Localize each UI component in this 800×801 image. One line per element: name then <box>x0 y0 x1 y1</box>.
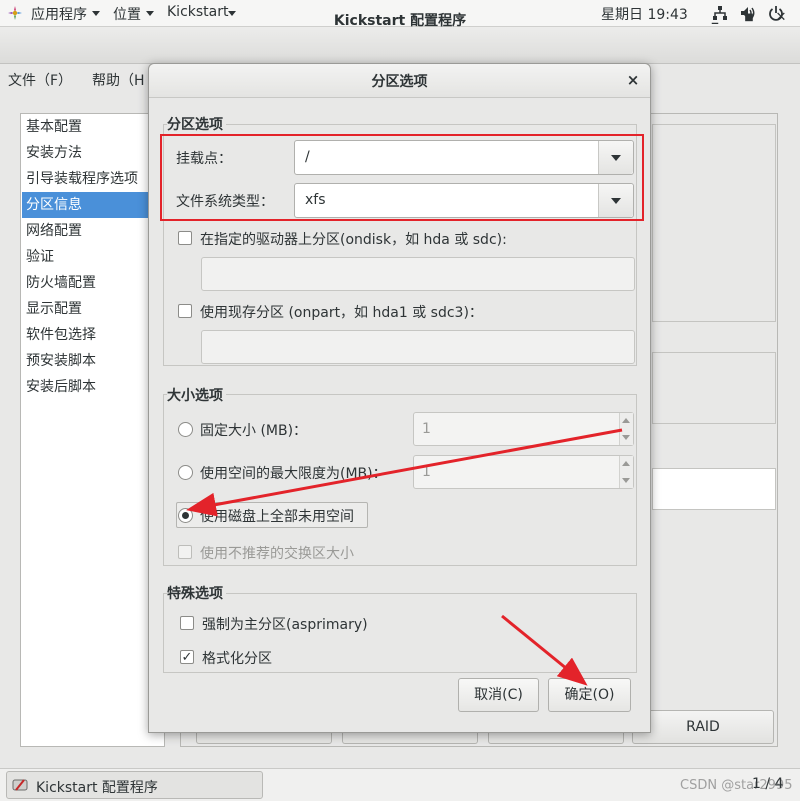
nav-item-packages[interactable]: 软件包选择 <box>22 322 163 348</box>
nav-item-bootloader[interactable]: 引导装载程序选项 <box>22 166 163 192</box>
nav-item-auth[interactable]: 验证 <box>22 244 163 270</box>
dialog-close-icon[interactable]: × <box>624 71 642 89</box>
format-checkbox[interactable]: ✓ <box>180 650 194 665</box>
nav-item-display[interactable]: 显示配置 <box>22 296 163 322</box>
spin-up-icon[interactable] <box>622 461 630 466</box>
fixed-size-value[interactable]: 1 <box>422 421 431 437</box>
nav-item-basic-config[interactable]: 基本配置 <box>22 114 163 140</box>
fill-disk-label[interactable]: 使用磁盘上全部未用空间 <box>200 506 354 526</box>
size-options-heading: 大小选项 <box>167 385 226 405</box>
menu-file[interactable]: 文件（F） <box>8 70 72 90</box>
bg-partition-table <box>652 468 776 510</box>
nav-item-pre-script[interactable]: 预安装脚本 <box>22 348 163 374</box>
nav-item-partition-info[interactable]: 分区信息 <box>22 192 163 218</box>
max-size-radio[interactable] <box>178 465 193 480</box>
category-list: 基本配置 安装方法 引导装载程序选项 分区信息 网络配置 验证 防火墙配置 显示… <box>20 113 165 747</box>
fixed-size-radio[interactable] <box>178 422 193 437</box>
partition-options-heading: 分区选项 <box>167 114 226 134</box>
nav-item-install-method[interactable]: 安装方法 <box>22 140 163 166</box>
maximize-icon[interactable]: ■ <box>740 12 758 30</box>
max-size-label[interactable]: 使用空间的最大限度为(MB)： <box>200 463 387 483</box>
cancel-button[interactable]: 取消(C) <box>458 678 539 712</box>
onpart-input[interactable] <box>201 330 635 364</box>
workspace-pager[interactable]: 1 / 4 <box>752 776 783 792</box>
annotation-highlight-box <box>160 134 644 221</box>
asprimary-label[interactable]: 强制为主分区(asprimary) <box>202 614 368 634</box>
spin-down-icon[interactable] <box>622 478 630 483</box>
format-label[interactable]: 格式化分区 <box>202 648 272 668</box>
fixed-size-spinner[interactable] <box>413 412 634 446</box>
asprimary-checkbox[interactable] <box>180 616 194 630</box>
bg-panel <box>652 352 776 424</box>
recommended-swap-label: 使用不推荐的交换区大小 <box>200 546 354 562</box>
ondisk-checkbox[interactable] <box>178 231 192 245</box>
main-window-titlebar[interactable] <box>0 27 800 64</box>
nav-item-post-script[interactable]: 安装后脚本 <box>22 374 163 400</box>
recommended-swap-checkbox <box>178 545 192 559</box>
ondisk-input[interactable] <box>201 257 635 291</box>
taskbar-window-label: Kickstart 配置程序 <box>36 780 158 796</box>
dialog-title: 分区选项 <box>371 74 428 90</box>
special-options-heading: 特殊选项 <box>167 583 226 603</box>
main-window-title: Kickstart 配置程序 <box>333 13 467 29</box>
spin-up-icon[interactable] <box>622 418 630 423</box>
nav-item-firewall[interactable]: 防火墙配置 <box>22 270 163 296</box>
max-size-value[interactable]: 1 <box>422 464 431 480</box>
bg-panel <box>652 124 776 322</box>
raid-button[interactable]: RAID <box>632 710 774 744</box>
max-size-spinner[interactable] <box>413 455 634 489</box>
minimize-icon[interactable]: _ <box>706 10 724 28</box>
close-icon[interactable]: ✕ <box>772 10 790 28</box>
ondisk-label[interactable]: 在指定的驱动器上分区(ondisk，如 hda 或 sdc): <box>200 229 507 249</box>
kickstart-app-icon <box>12 779 28 791</box>
nav-item-network[interactable]: 网络配置 <box>22 218 163 244</box>
onpart-checkbox[interactable] <box>178 304 192 318</box>
ok-button[interactable]: 确定(O) <box>548 678 631 712</box>
menu-help[interactable]: 帮助（H <box>92 70 145 90</box>
spin-down-icon[interactable] <box>622 435 630 440</box>
fixed-size-label[interactable]: 固定大小 (MB)： <box>200 420 307 440</box>
radio-selected-dot <box>182 512 189 519</box>
onpart-label[interactable]: 使用现存分区 (onpart，如 hda1 或 sdc3)： <box>200 302 483 322</box>
